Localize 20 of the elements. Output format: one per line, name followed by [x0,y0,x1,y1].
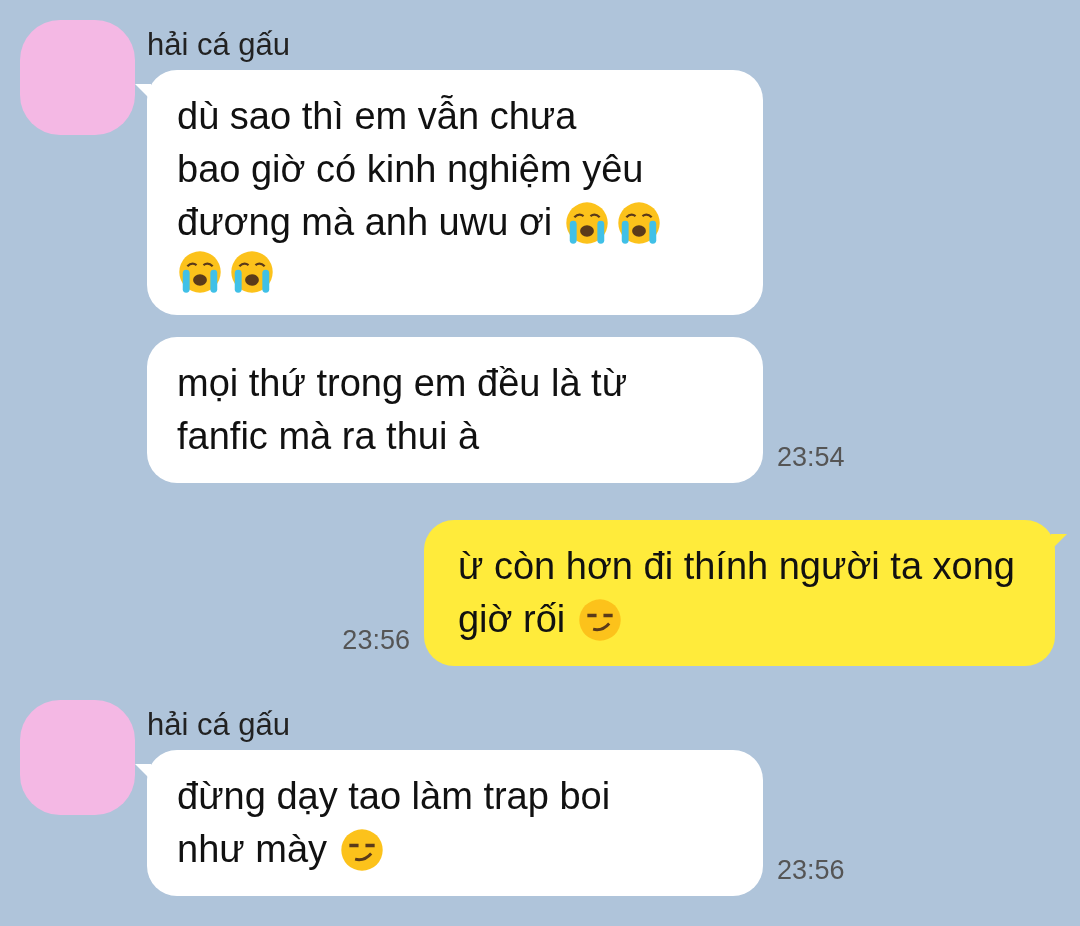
timestamp: 23:56 [777,853,845,887]
message-text: bao giờ có kinh nghiệm yêu [177,147,644,193]
message-text: đương mà anh uwu ơi [177,200,553,246]
smirking-face-icon [339,826,386,873]
message-text: đừng dạy tao làm trap boi [177,774,611,820]
timestamp: 23:56 [342,623,410,657]
message-text: giờ rối [457,597,566,643]
message-text: mọi thứ trong em đều là từ [177,361,628,407]
sender-name: hải cá gấu [147,708,292,743]
message-text: dù sao thì em vẫn chưa [177,94,577,140]
message-text: ừ còn hơn đi thính người ta xong [457,544,1015,590]
crying-face-icon [177,249,223,296]
crying-face-icon [229,249,275,296]
message-text: fanfic mà ra thui à [177,414,480,460]
message-text: như mày [177,827,328,873]
timestamp: 23:54 [777,440,845,474]
smirking-face-icon [577,596,624,643]
crying-face-icon [616,199,663,246]
crying-face-icon [564,199,611,246]
sender-name: hải cá gấu [147,28,292,63]
